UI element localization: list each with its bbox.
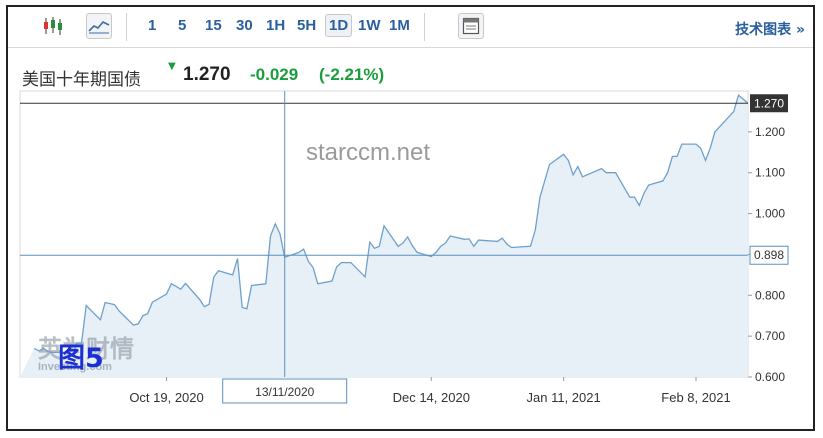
y-tick-label: 1.200 [755,125,785,139]
crosshair-value-label: 0.898 [754,248,784,262]
y-tick-label: 1.000 [755,207,785,221]
y-tick-label: 0.800 [755,288,785,302]
y-tick-label: 1.100 [755,166,785,180]
watermark-text: starccm.net [306,139,430,166]
last-price-label: 1.270 [754,96,784,110]
price-chart[interactable]: starccm.net英为财情Investing.com0.6000.7000.… [8,7,813,429]
figure-label: 图5 [58,343,104,374]
x-tick-label: Jan 11, 2021 [527,390,601,405]
y-tick-label: 0.700 [755,329,785,343]
y-tick-label: 0.600 [755,370,785,384]
x-tick-label: Dec 14, 2020 [393,390,470,405]
chart-widget: 1 5 15 30 1H 5H 1D 1W 1M 技术图表 » 美国十年期国债 … [6,5,815,431]
x-tick-label: Feb 8, 2021 [661,390,730,405]
crosshair-date-label: 13/11/2020 [255,385,314,399]
x-tick-label: Oct 19, 2020 [129,390,203,405]
